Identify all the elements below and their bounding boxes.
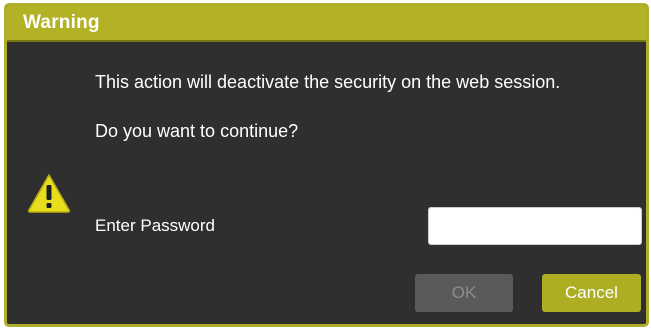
- dialog-titlebar: Warning: [7, 6, 646, 42]
- cancel-button[interactable]: Cancel: [542, 274, 641, 312]
- ok-button[interactable]: OK: [415, 274, 513, 312]
- message-line-2: Do you want to continue?: [95, 121, 299, 141]
- dialog-title: Warning: [23, 12, 100, 33]
- password-label: Enter Password: [95, 216, 215, 235]
- password-input[interactable]: [428, 207, 642, 245]
- warning-triangle-icon: [27, 174, 71, 213]
- message-line-1: This action will deactivate the security…: [95, 72, 561, 92]
- warning-dialog: Warning This action will deactivate the …: [4, 3, 649, 327]
